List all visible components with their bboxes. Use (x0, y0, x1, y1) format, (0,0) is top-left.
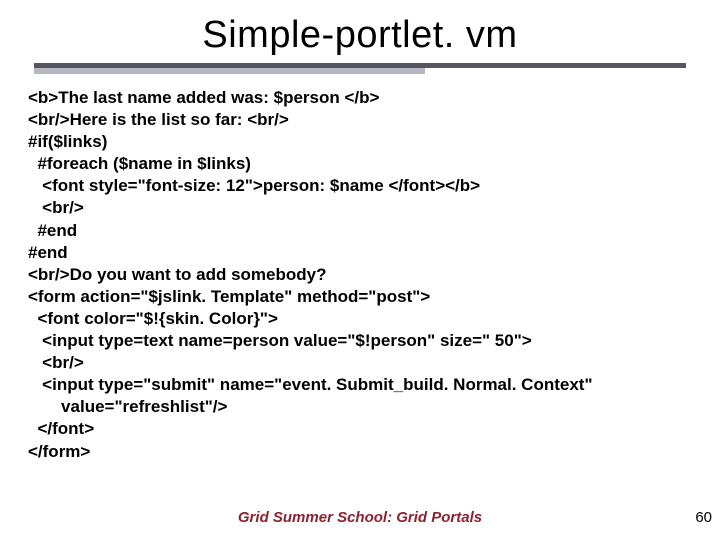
slide-title: Simple-portlet. vm (0, 0, 720, 63)
title-underline (34, 63, 686, 77)
code-block: <b>The last name added was: $person </b>… (0, 87, 720, 463)
slide: Simple-portlet. vm <b>The last name adde… (0, 0, 720, 540)
rule-light (34, 68, 425, 74)
page-number: 60 (695, 509, 712, 526)
slide-footer: Grid Summer School: Grid Portals (0, 509, 720, 526)
